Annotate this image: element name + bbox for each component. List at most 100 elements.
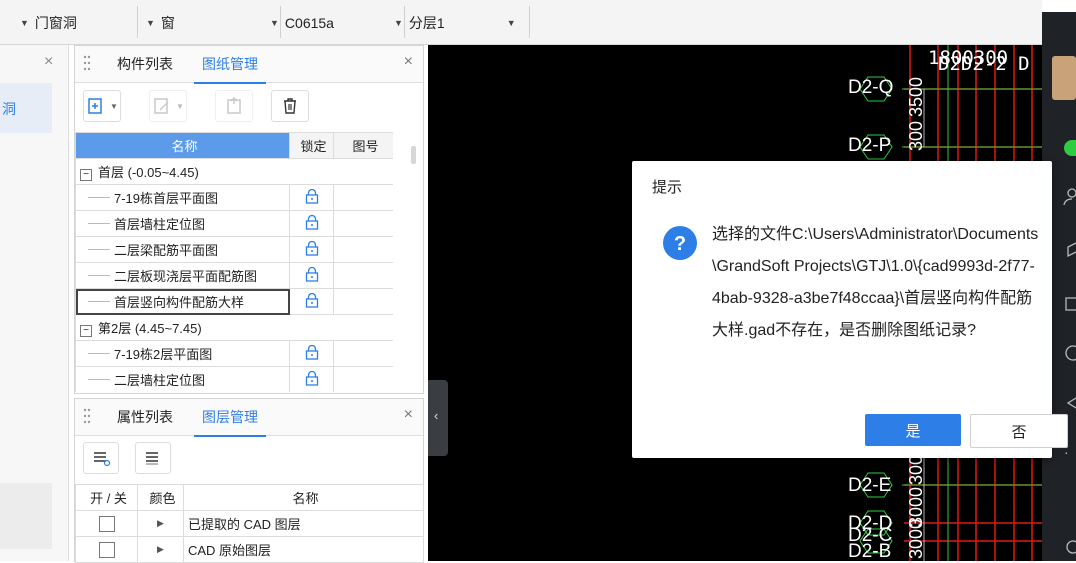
lock-icon <box>305 188 318 204</box>
table-row[interactable]: 二层梁配筋平面图 <box>75 236 393 263</box>
folder-icon[interactable] <box>1062 294 1076 312</box>
lock-icon <box>305 370 318 386</box>
collapse-icon[interactable]: − <box>80 325 92 337</box>
close-icon[interactable]: × <box>404 53 413 71</box>
scrollbar-thumb[interactable] <box>411 146 416 164</box>
tab-component-list[interactable]: 构件列表 <box>117 54 173 74</box>
lock-cell[interactable] <box>289 288 334 315</box>
drawing-name-cell: 二层梁配筋平面图 <box>75 236 290 263</box>
lock-cell[interactable] <box>289 236 334 263</box>
divider <box>529 6 530 38</box>
layer-checkbox[interactable] <box>98 515 115 532</box>
delete-drawing-button[interactable] <box>271 90 309 122</box>
drawing-name: 二层墙柱定位图 <box>114 373 206 388</box>
collapse-panel-handle[interactable]: ‹ <box>428 380 448 456</box>
table-row-selected[interactable]: 首层竖向构件配筋大样 <box>75 288 393 315</box>
yes-button[interactable]: 是 <box>865 414 961 446</box>
table-row[interactable]: 首层墙柱定位图 <box>75 210 393 237</box>
chevron-down-icon: ▼ <box>110 101 118 111</box>
trash-icon <box>284 98 296 114</box>
edit-file-icon <box>154 98 169 114</box>
lock-cell[interactable] <box>289 184 334 211</box>
settings-icon[interactable] <box>1062 538 1076 556</box>
user-icon[interactable] <box>1062 188 1076 206</box>
table-row[interactable]: 二层板现浇层平面配筋图 <box>75 262 393 289</box>
left-panel-selected-item[interactable]: 洞 <box>0 83 52 133</box>
lock-cell[interactable] <box>289 210 334 237</box>
add-drawing-button[interactable]: ▼ <box>83 90 121 122</box>
column-header-name: 名称 <box>183 484 424 511</box>
drawing-name: 二层板现浇层平面配筋图 <box>114 269 258 284</box>
cad-axis-label: D2-E <box>848 475 892 496</box>
drawing-name-cell: 首层竖向构件配筋大样 <box>75 288 290 315</box>
no-button[interactable]: 否 <box>970 414 1068 448</box>
category-dropdown[interactable]: ▼ 门窗洞 <box>14 12 77 34</box>
tab-drawing-management[interactable]: 图纸管理 <box>194 54 266 84</box>
drawing-no-cell <box>333 366 393 392</box>
group-label: 首层 (-0.05~4.45) <box>98 165 199 180</box>
table-header-row: 名称 锁定 图号 <box>75 132 393 159</box>
table-row[interactable]: 7-19栋首层平面图 <box>75 184 393 211</box>
table-row[interactable]: 7-19栋2层平面图 <box>75 340 393 367</box>
aperture-icon[interactable] <box>1062 344 1076 362</box>
lock-cell[interactable] <box>289 366 334 392</box>
toggle-cell <box>75 510 138 537</box>
show-layers-button[interactable] <box>83 442 119 474</box>
drag-handle-icon[interactable] <box>83 408 91 424</box>
close-icon[interactable]: × <box>44 53 53 71</box>
table-row[interactable]: ▶ 已提取的 CAD 图层 <box>75 510 424 537</box>
expand-cell[interactable]: ▶ <box>137 536 184 563</box>
left-panel-block <box>0 483 52 549</box>
type-dropdown[interactable]: ▼ 窗 <box>140 12 175 34</box>
group-row-cell: − 第2层 (4.45~7.45) <box>75 314 393 341</box>
drawing-name-cell: 首层墙柱定位图 <box>75 210 290 237</box>
drawing-management-panel: 构件列表 图纸管理 × ▼ ▼ 名称 锁定 图号 − 首层 (-0.05~4.45… <box>74 45 424 394</box>
edit-drawing-button[interactable]: ▼ <box>149 90 187 122</box>
chevron-right-icon: ▶ <box>157 544 164 554</box>
table-row[interactable]: 二层墙柱定位图 <box>75 366 393 392</box>
question-icon: ? <box>663 226 697 260</box>
export-drawing-button[interactable] <box>215 90 253 122</box>
collapse-icon[interactable]: − <box>80 169 92 181</box>
lock-cell[interactable] <box>289 262 334 289</box>
expand-cell[interactable]: ▶ <box>137 510 184 537</box>
drag-handle-icon[interactable] <box>83 55 91 71</box>
confirm-dialog: 提示 ? 选择的文件C:\Users\Administrator\Documen… <box>632 161 1068 458</box>
close-icon[interactable]: × <box>404 406 413 424</box>
chevron-down-icon: ▼ <box>506 18 516 28</box>
cad-dimension-label: 3000 <box>906 518 926 559</box>
add-file-icon <box>88 98 102 114</box>
column-header-lock: 锁定 <box>289 132 334 159</box>
tab-properties[interactable]: 属性列表 <box>117 407 173 427</box>
drawing-name-cell: 二层墙柱定位图 <box>75 366 290 392</box>
chat-icon[interactable] <box>1064 140 1076 156</box>
export-icon <box>227 96 241 114</box>
drawing-name: 7-19栋2层平面图 <box>114 347 213 362</box>
drawing-no-cell <box>333 340 393 367</box>
lock-cell[interactable] <box>289 340 334 367</box>
column-header-drawing-no: 图号 <box>333 132 393 159</box>
cube-icon[interactable] <box>1062 240 1076 258</box>
column-header-name: 名称 <box>75 132 290 159</box>
drawing-panel-tabs: 构件列表 图纸管理 × <box>75 46 423 84</box>
layer-checkbox[interactable] <box>98 541 115 558</box>
chevron-down-icon: ▼ <box>176 101 184 111</box>
chevron-left-icon: ‹ <box>434 408 439 423</box>
cad-axis-label: D2-B <box>848 541 892 561</box>
lock-icon <box>305 292 318 308</box>
table-header-row: 开 / 关 颜色 名称 <box>75 484 424 511</box>
drawing-no-cell <box>333 288 393 315</box>
component-dropdown[interactable]: ▼ C0615a <box>264 12 334 34</box>
avatar[interactable] <box>1052 56 1076 100</box>
hide-layers-button[interactable] <box>135 442 171 474</box>
sublayer-dropdown[interactable]: ▼ 分层1 ▼ <box>388 12 522 34</box>
table-row[interactable]: ▶ CAD 原始图层 <box>75 536 424 563</box>
table-row[interactable]: − 第2层 (4.45~7.45) <box>75 314 393 341</box>
dialog-message: 选择的文件C:\Users\Administrator\Documents\Gr… <box>712 226 1039 339</box>
layer-name-cell: CAD 原始图层 <box>183 536 424 563</box>
chevron-down-icon: ▼ <box>270 18 279 28</box>
video-icon[interactable] <box>1062 394 1076 412</box>
tab-layer-management[interactable]: 图层管理 <box>194 407 266 437</box>
table-row[interactable]: − 首层 (-0.05~4.45) <box>75 158 393 185</box>
lock-icon <box>305 240 318 256</box>
